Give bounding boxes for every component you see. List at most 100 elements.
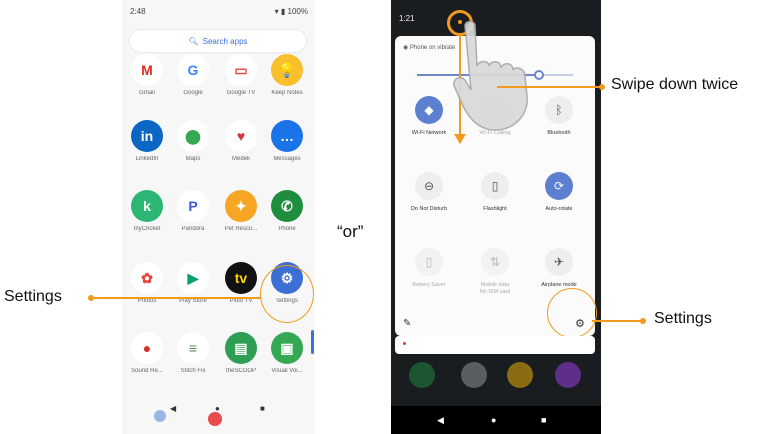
app-label: Keep Notes [271, 90, 303, 96]
recents-nav-icon[interactable]: ■ [541, 415, 546, 425]
dock-icon[interactable] [154, 410, 166, 422]
dock-icon[interactable] [208, 412, 222, 426]
app-label: theSCOOP [225, 368, 256, 374]
app-keep-notes[interactable]: 💡 Keep Notes [264, 54, 310, 96]
scrollbar[interactable] [311, 330, 314, 354]
tile-icon: ▯ [415, 248, 443, 276]
app-icon: in [131, 120, 163, 152]
tile-wi-fi-network[interactable]: ◆ Wi-Fi Network [401, 96, 457, 137]
app-icon: ▣ [271, 332, 303, 364]
tile-mobile-data[interactable]: ⇅ Mobile data No SIM card [467, 248, 523, 296]
app-icon: ▶ [177, 262, 209, 294]
tile-icon: ⊖ [415, 172, 443, 200]
app-icon: ✿ [131, 262, 163, 294]
swipe-down-callout: Swipe down twice [611, 76, 739, 93]
settings-callout-left: Settings [4, 288, 62, 305]
status-bar: 2:48 ▾ ▮ 100% [122, 0, 314, 22]
hand-gesture-icon [453, 20, 528, 131]
tile-battery-saver[interactable]: ▯ Battery Saver [401, 248, 457, 289]
messages-dock-icon[interactable] [461, 362, 487, 388]
app-gmail[interactable]: M Gmail [124, 54, 170, 96]
app-google-tv[interactable]: ▭ Google TV [218, 54, 264, 96]
app-label: Visual Voi... [271, 368, 303, 374]
tile-icon: ⟳ [545, 172, 573, 200]
app-google[interactable]: G Google [170, 54, 216, 96]
app-label: Stitch Fix [180, 368, 206, 374]
app-icon: ● [131, 332, 163, 364]
notification-dot [403, 342, 406, 345]
app-label: Pandora [181, 226, 205, 232]
app-icon: ♥ [225, 120, 257, 152]
back-nav-icon[interactable]: ◀ [437, 415, 444, 426]
app-icon: tv [225, 262, 257, 294]
tile-label: Flashlight [483, 206, 507, 212]
app-icon: ▭ [225, 54, 257, 86]
status-time: 2:48 [130, 7, 146, 16]
search-icon: 🔍︎ [188, 36, 199, 46]
app-label: Pet Rescu... [224, 226, 258, 232]
status-time: 1:21 [399, 14, 415, 23]
tile-auto-rotate[interactable]: ⟳ Auto-rotate [531, 172, 587, 213]
tile-icon: ◆ [415, 96, 443, 124]
tile-label: Wi-Fi Network [411, 130, 447, 136]
app-label: Play Store [179, 298, 207, 304]
tile-flashlight[interactable]: ▯ Flashlight [467, 172, 523, 213]
home-nav-icon[interactable]: ● [215, 404, 220, 413]
app-linkedin[interactable]: in LinkedIn [124, 120, 170, 162]
app-visual-voi[interactable]: ▣ Visual Voi... [264, 332, 310, 374]
settings-highlight-ring [547, 288, 597, 338]
navigation-bar: ◀ ● ■ [391, 406, 601, 434]
callout-line [592, 320, 642, 322]
app-label: Phone [278, 226, 296, 232]
tile-airplane-mode[interactable]: ✈ Airplane mode [531, 248, 587, 289]
chrome-dock-icon[interactable] [507, 362, 533, 388]
app-medek[interactable]: ♥ Medek [218, 120, 264, 162]
home-dock [391, 362, 601, 392]
quick-settings-screen: 1:21 ◉ Phone on vibrate ◆Wi-Fi Network≋W… [391, 0, 601, 434]
app-sound-re[interactable]: ● Sound Re... [124, 332, 170, 374]
app-label: Messages [273, 156, 301, 162]
notification-strip[interactable] [395, 336, 595, 354]
app-mycricket[interactable]: k myCricket [124, 190, 170, 232]
app-drawer-screen: 2:48 ▾ ▮ 100% 🔍︎ Search apps M Gmail G Goog… [122, 0, 314, 434]
app-icon: P [177, 190, 209, 222]
app-label: Photos [137, 298, 157, 304]
app-label: Gmail [139, 90, 155, 96]
app-label: Google [183, 90, 203, 96]
recents-nav-icon[interactable]: ■ [260, 404, 265, 413]
app-messages[interactable]: … Messages [264, 120, 310, 162]
tile-icon: ✈ [545, 248, 573, 276]
app-icon: G [177, 54, 209, 86]
app-maps[interactable]: ⬤ Maps [170, 120, 216, 162]
app-icon: ≡ [177, 332, 209, 364]
app-icon: k [131, 190, 163, 222]
app-label: Pluto TV [229, 298, 253, 304]
app-label: Maps [185, 156, 201, 162]
or-text: “or” [337, 222, 364, 241]
phone-dock-icon[interactable] [409, 362, 435, 388]
app-phone[interactable]: ✆ Phone [264, 190, 310, 232]
callout-line [497, 86, 601, 88]
app-icon: ✆ [271, 190, 303, 222]
edit-pencil-icon[interactable]: ✎ [403, 318, 411, 329]
search-apps-bar[interactable]: 🔍︎ Search apps [130, 30, 306, 52]
tile-label: Auto-rotate [545, 206, 573, 212]
app-stitch-fix[interactable]: ≡ Stitch Fix [170, 332, 216, 374]
tile-do-not-disturb[interactable]: ⊖ Do Not Disturb [401, 172, 457, 213]
settings-highlight-ring [260, 265, 314, 323]
navigation-bar: ◀ ● ■ [122, 400, 314, 434]
app-label: myCricket [133, 226, 161, 232]
app-icon: … [271, 120, 303, 152]
app-pet-rescu[interactable]: ✦ Pet Rescu... [218, 190, 264, 232]
search-placeholder: Search apps [202, 36, 248, 46]
tile-icon: ▯ [481, 172, 509, 200]
app-label: Google TV [226, 90, 256, 96]
app-pandora[interactable]: P Pandora [170, 190, 216, 232]
back-nav-icon[interactable]: ◀ [170, 404, 176, 413]
settings-callout-right: Settings [654, 310, 712, 327]
vibrate-status: ◉ Phone on vibrate [403, 45, 456, 51]
camera-dock-icon[interactable] [555, 362, 581, 388]
app-thescoop[interactable]: ▤ theSCOOP [218, 332, 264, 374]
app-icon: M [131, 54, 163, 86]
home-nav-icon[interactable]: ● [491, 415, 496, 425]
